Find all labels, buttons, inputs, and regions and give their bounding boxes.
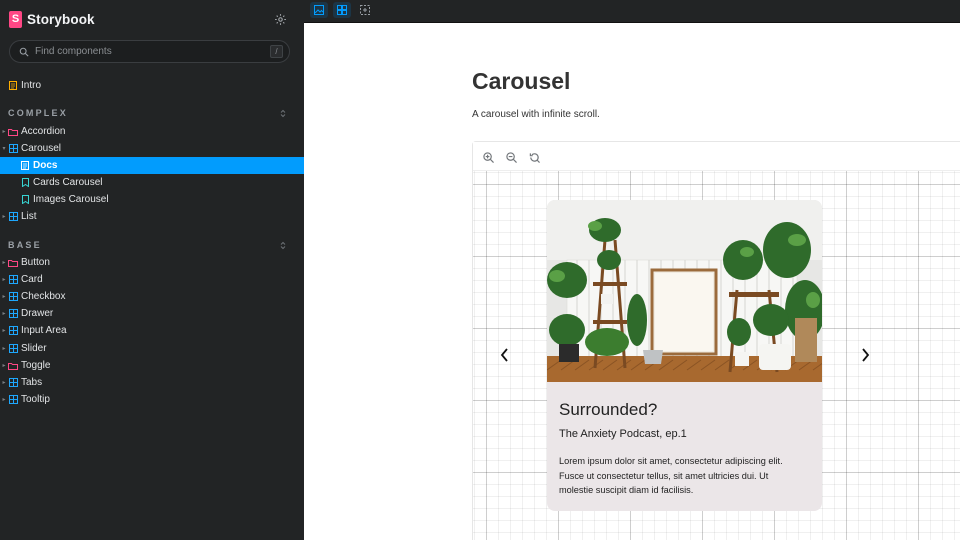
sidebar-item-slider[interactable]: ▸ Slider	[0, 340, 304, 357]
search-icon	[18, 46, 30, 58]
component-icon	[8, 275, 18, 285]
preview-toolbar	[304, 0, 960, 23]
collapse-toggle-icon[interactable]	[278, 239, 288, 251]
bookmark-icon	[20, 195, 30, 205]
sidebar-item-list[interactable]: ▸ List	[0, 208, 304, 225]
card-subtitle: The Anxiety Podcast, ep.1	[559, 428, 687, 440]
carousel-prev-arrow-icon[interactable]	[496, 345, 512, 365]
component-icon	[8, 378, 18, 388]
page-description: A carousel with infinite scroll.	[472, 109, 600, 120]
collapse-toggle-icon[interactable]	[278, 107, 288, 119]
search-input[interactable]	[35, 46, 270, 57]
image-icon[interactable]	[310, 2, 328, 18]
section-header-base[interactable]: BASE	[0, 238, 304, 252]
component-icon	[8, 309, 18, 319]
sidebar-item-label: Tooltip	[21, 394, 50, 405]
folder-icon	[8, 258, 18, 268]
sidebar-item-label: Input Area	[21, 325, 67, 336]
sidebar-item-label: Card	[21, 274, 43, 285]
storybook-logo: S	[9, 10, 22, 28]
story-canvas: Surrounded? The Anxiety Podcast, ep.1 Lo…	[472, 141, 960, 540]
sidebar-item-drawer[interactable]: ▸ Drawer	[0, 305, 304, 322]
canvas-grid-background: Surrounded? The Anxiety Podcast, ep.1 Lo…	[473, 171, 960, 540]
carousel-card[interactable]: Surrounded? The Anxiety Podcast, ep.1 Lo…	[547, 200, 822, 511]
sidebar-item-checkbox[interactable]: ▸ Checkbox	[0, 288, 304, 305]
caret-right-icon: ▸	[2, 363, 6, 369]
brand-name: Storybook	[27, 11, 95, 27]
sidebar-item-button[interactable]: ▸ Button	[0, 254, 304, 271]
caret-right-icon: ▸	[2, 260, 6, 266]
zoom-reset-icon[interactable]	[527, 150, 541, 164]
settings-gear-icon[interactable]	[272, 11, 288, 27]
sidebar-item-card[interactable]: ▸ Card	[0, 271, 304, 288]
caret-right-icon: ▸	[2, 346, 6, 352]
caret-down-icon: ▾	[2, 146, 6, 152]
section-title: COMPLEX	[8, 108, 68, 118]
sidebar-item-label: Tabs	[21, 377, 43, 388]
outline-icon[interactable]	[356, 2, 374, 18]
component-icon	[8, 212, 18, 222]
card-title: Surrounded?	[559, 400, 658, 419]
zoom-out-icon[interactable]	[504, 150, 518, 164]
component-icon	[8, 326, 18, 336]
sidebar-item-carousel[interactable]: ▾ Carousel	[0, 140, 304, 157]
sidebar-item-label: Slider	[21, 343, 47, 354]
sidebar-item-label: Cards Carousel	[33, 177, 103, 188]
caret-right-icon: ▸	[2, 380, 6, 386]
caret-right-icon: ▸	[2, 214, 6, 220]
sidebar-item-label: Carousel	[21, 143, 62, 154]
sidebar-item-label: Docs	[33, 160, 58, 171]
sidebar-item-label: Intro	[21, 80, 42, 91]
search-box[interactable]: /	[9, 40, 290, 63]
sidebar-item-images-carousel[interactable]: Images Carousel	[0, 191, 304, 208]
sidebar-item-label: Toggle	[21, 360, 51, 371]
document-icon	[20, 161, 30, 171]
sidebar-item-tabs[interactable]: ▸ Tabs	[0, 374, 304, 391]
caret-right-icon: ▸	[2, 129, 6, 135]
caret-right-icon: ▸	[2, 277, 6, 283]
bookmark-icon	[20, 178, 30, 188]
sidebar-item-label: Button	[21, 257, 50, 268]
sidebar-item-docs[interactable]: Docs	[0, 157, 304, 174]
component-icon	[8, 144, 18, 154]
page-title: Carousel	[472, 68, 571, 94]
sidebar-item-label: Accordion	[21, 126, 66, 137]
folder-icon	[8, 127, 18, 137]
sidebar-item-accordion[interactable]: ▸ Accordion	[0, 123, 304, 140]
docs-content: Carousel A carousel with infinite scroll…	[304, 23, 960, 540]
grid-icon[interactable]	[333, 2, 351, 18]
section-header-complex[interactable]: COMPLEX	[0, 106, 304, 120]
caret-right-icon: ▸	[2, 397, 6, 403]
sidebar-item-cards-carousel[interactable]: Cards Carousel	[0, 174, 304, 191]
caret-right-icon: ▸	[2, 294, 6, 300]
sidebar: S Storybook / Intro COMPLEX ▸	[0, 0, 304, 540]
sidebar-item-intro[interactable]: Intro	[0, 77, 304, 94]
component-icon	[8, 395, 18, 405]
sidebar-item-label: List	[21, 211, 37, 222]
canvas-toolbar	[473, 142, 960, 171]
component-icon	[8, 292, 18, 302]
search-shortcut-key: /	[270, 45, 283, 58]
caret-right-icon: ▸	[2, 328, 6, 334]
component-icon	[8, 344, 18, 354]
storybook-brand[interactable]: S Storybook	[9, 10, 95, 28]
carousel-next-arrow-icon[interactable]	[857, 345, 873, 365]
sidebar-item-label: Checkbox	[21, 291, 66, 302]
sidebar-item-label: Images Carousel	[33, 194, 109, 205]
section-title: BASE	[8, 240, 42, 250]
card-image-plants	[547, 200, 822, 382]
document-icon	[8, 81, 18, 91]
zoom-in-icon[interactable]	[481, 150, 495, 164]
caret-right-icon: ▸	[2, 311, 6, 317]
card-body-text: Lorem ipsum dolor sit amet, consectetur …	[559, 456, 783, 495]
folder-icon	[8, 361, 18, 371]
sidebar-item-toggle[interactable]: ▸ Toggle	[0, 357, 304, 374]
sidebar-item-input-area[interactable]: ▸ Input Area	[0, 322, 304, 339]
sidebar-item-label: Drawer	[21, 308, 54, 319]
sidebar-item-tooltip[interactable]: ▸ Tooltip	[0, 391, 304, 408]
